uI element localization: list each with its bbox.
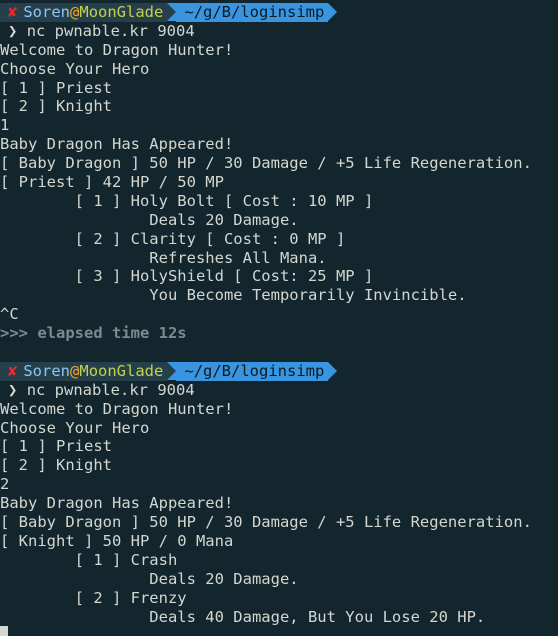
prompt-hostname: MoonGlade [79,361,164,380]
output-line: Welcome to Dragon Hunter! [0,40,234,59]
output-line: You Become Temporarily Invincible. [0,286,467,305]
error-status-icon: ✘ [8,3,18,21]
output-line: ^C [0,305,19,324]
prompt-username: Soren [23,361,71,380]
shell-prompt: ✘ Soren @ MoonGlade ~/g/B/loginsimp [0,361,558,381]
output-line: [ 2 ] Frenzy [0,588,187,607]
command-line: ❯ nc pwnable.kr 9004 [0,381,558,400]
output-line: Choose Your Hero [0,418,150,437]
command-output: Welcome to Dragon Hunter! Choose Your Her… [0,41,558,324]
command-text: nc pwnable.kr 9004 [26,21,195,40]
terminal-window[interactable]: ✘ Soren @ MoonGlade ~/g/B/loginsimp ❯ nc pw… [0,0,558,636]
output-line: [ 1 ] Holy Bolt [ Cost : 10 MP ] [0,191,374,210]
output-line: Deals 20 Damage. [0,569,299,588]
prompt-user-segment: ✘ Soren @ MoonGlade [0,3,168,22]
prompt-chevron-icon: ❯ [8,380,18,399]
error-status-icon: ✘ [8,361,18,380]
prompt-path: ~/g/B/loginsimp [176,3,329,22]
output-line: 1 [0,116,10,135]
output-line: [ 1 ] Crash [0,550,178,569]
output-line: [ Baby Dragon ] 50 HP / 30 Damage / +5 L… [0,154,532,173]
output-line: Refreshes All Mana. [0,248,327,267]
output-line: [ Priest ] 42 HP / 50 MP [0,173,224,192]
command-line: ❯ nc pwnable.kr 9004 [0,22,558,41]
powerline-separator-icon [167,3,177,21]
elapsed-time: >>> elapsed time 12s [0,324,187,343]
command-output: Welcome to Dragon Hunter! Choose Your Her… [0,400,558,627]
output-line: [ Baby Dragon ] 50 HP / 30 Damage / +5 L… [0,513,532,532]
input-line[interactable] [0,626,558,636]
shell-prompt: ✘ Soren @ MoonGlade ~/g/B/loginsimp [0,3,558,22]
powerline-separator-icon [167,361,177,380]
command-text: nc pwnable.kr 9004 [26,380,195,399]
prompt-at-sign: @ [70,3,80,21]
powerline-separator-icon [328,3,338,21]
output-line: [ 1 ] Priest [0,78,112,97]
prompt-at-sign: @ [70,361,80,380]
output-line: Welcome to Dragon Hunter! [0,399,234,418]
prompt-username: Soren [23,3,71,21]
output-line: [ 1 ] Priest [0,437,112,456]
output-line: 2 [0,475,10,494]
output-line: [ 2 ] Clarity [ Cost : 0 MP ] [0,229,346,248]
terminal-cursor [0,626,8,636]
output-line: [ 2 ] Knight [0,456,112,475]
output-line: Deals 20 Damage. [0,210,299,229]
powerline-separator-icon [328,361,338,380]
prompt-user-segment: ✘ Soren @ MoonGlade [0,361,168,381]
output-line: [ 3 ] HolyShield [ Cost: 25 MP ] [0,267,374,286]
output-line: Baby Dragon Has Appeared! [0,135,234,154]
output-line: Deals 40 Damage, But You Lose 20 HP. [0,607,486,626]
output-line: [ 2 ] Knight [0,97,112,116]
prompt-chevron-icon: ❯ [8,21,18,40]
output-line: [ Knight ] 50 HP / 0 Mana [0,531,234,550]
prompt-hostname: MoonGlade [79,3,164,21]
output-line: Baby Dragon Has Appeared! [0,494,234,513]
prompt-path: ~/g/B/loginsimp [176,361,329,381]
output-line: Choose Your Hero [0,59,150,78]
